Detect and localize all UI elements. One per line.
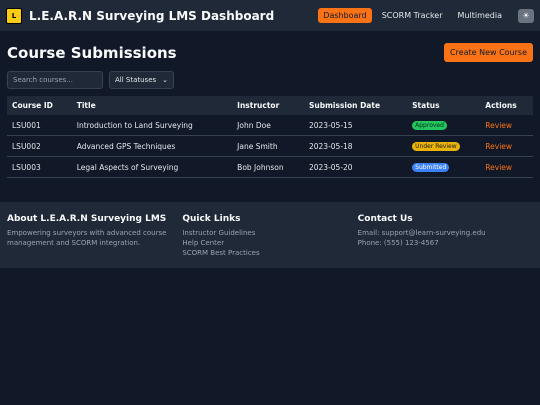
header-instructor: Instructor xyxy=(232,96,304,115)
page-title: Course Submissions xyxy=(7,43,177,62)
footer-contact: Contact Us Email: support@learn-surveyin… xyxy=(358,214,533,268)
header-course-id: Course ID xyxy=(7,96,72,115)
instructor: Jane Smith xyxy=(232,135,304,157)
footer-links: Quick Links Instructor Guidelines Help C… xyxy=(182,214,357,268)
table-row: LSU002 Advanced GPS Techniques Jane Smit… xyxy=(7,135,533,157)
status-select-value: All Statuses xyxy=(115,76,157,84)
nav-scorm-tracker[interactable]: SCORM Tracker xyxy=(377,8,448,23)
footer-links-title: Quick Links xyxy=(182,214,241,224)
header-submission-date: Submission Date xyxy=(303,96,408,115)
submission-date: 2023-05-15 xyxy=(303,115,408,136)
logo-icon: L xyxy=(6,7,22,24)
nav-multimedia[interactable]: Multimedia xyxy=(453,8,507,23)
link-instructor-guidelines[interactable]: Instructor Guidelines xyxy=(182,228,357,238)
submission-date: 2023-05-20 xyxy=(303,156,408,178)
footer-about-title: About L.E.A.R.N Surveying LMS xyxy=(7,214,167,224)
review-link[interactable]: Review xyxy=(485,142,512,151)
submission-date: 2023-05-18 xyxy=(303,135,408,157)
contact-phone: Phone: (555) 123-4567 xyxy=(357,239,439,247)
search-input[interactable]: Search courses... xyxy=(7,71,103,89)
filter-bar: Search courses... All Statuses ⌄ xyxy=(7,71,533,89)
review-link[interactable]: Review xyxy=(485,163,512,172)
create-course-button[interactable]: Create New Course xyxy=(443,43,533,62)
table-row: LSU003 Legal Aspects of Surveying Bob Jo… xyxy=(7,156,533,178)
header-actions: Actions xyxy=(480,96,533,115)
status-select[interactable]: All Statuses ⌄ xyxy=(109,71,175,89)
course-title: Introduction to Land Surveying xyxy=(71,115,233,136)
instructor: Bob Johnson xyxy=(232,156,304,178)
course-title: Advanced GPS Techniques xyxy=(71,135,233,157)
link-help-center[interactable]: Help Center xyxy=(182,238,357,248)
course-title: Legal Aspects of Surveying xyxy=(71,156,233,178)
footer-about-text: Empowering surveyors with advanced cours… xyxy=(7,229,167,247)
chevron-down-icon: ⌄ xyxy=(162,76,169,84)
footer-about: About L.E.A.R.N Surveying LMS Empowering… xyxy=(7,214,182,268)
footer-contact-title: Contact Us xyxy=(357,214,413,224)
header-title: Title xyxy=(71,96,233,115)
nav-dashboard[interactable]: Dashboard xyxy=(318,8,372,23)
submissions-table: Course ID Title Instructor Submission Da… xyxy=(7,96,533,178)
nav-bar: Dashboard SCORM Tracker Multimedia ☀ xyxy=(318,8,534,23)
table-header-row: Course ID Title Instructor Submission Da… xyxy=(7,96,533,115)
status-badge: Approved xyxy=(412,121,447,130)
contact-email: Email: support@learn-surveying.edu xyxy=(357,229,486,237)
course-id: LSU002 xyxy=(7,135,72,157)
main-content: Course Submissions Create New Course Sea… xyxy=(0,43,540,178)
theme-toggle-icon[interactable]: ☀ xyxy=(518,8,534,23)
top-bar: L L.E.A.R.N Surveying LMS Dashboard Dash… xyxy=(0,0,540,31)
review-link[interactable]: Review xyxy=(485,121,512,130)
app-title: L.E.A.R.N Surveying LMS Dashboard xyxy=(29,8,275,23)
course-id: LSU001 xyxy=(7,115,72,136)
link-scorm-best-practices[interactable]: SCORM Best Practices xyxy=(182,248,357,258)
footer: About L.E.A.R.N Surveying LMS Empowering… xyxy=(0,202,540,268)
table-row: LSU001 Introduction to Land Surveying Jo… xyxy=(7,115,533,136)
course-id: LSU003 xyxy=(7,156,72,178)
header-status: Status xyxy=(407,96,481,115)
status-badge: Submitted xyxy=(412,163,450,172)
status-badge: Under Review xyxy=(412,142,460,151)
instructor: John Doe xyxy=(232,115,304,136)
